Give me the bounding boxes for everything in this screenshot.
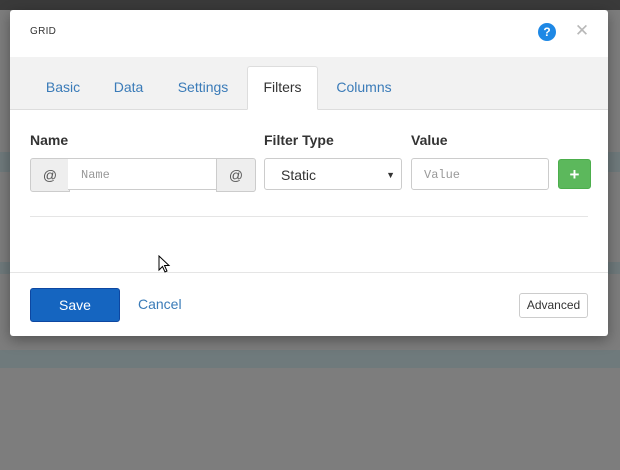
close-icon[interactable]: ✕ [574,21,590,41]
filter-type-label: Filter Type [264,132,334,148]
cancel-button[interactable]: Cancel [138,296,182,312]
plus-icon: + [569,165,580,184]
modal-title: GRID [30,26,57,37]
mouse-cursor-icon [158,255,171,273]
question-circle-icon[interactable]: ? [538,23,556,41]
tab-bar: Basic Data Settings Filters Columns [10,57,608,110]
value-input[interactable]: Value [411,158,549,190]
modal-header: GRID ? ✕ [10,10,608,56]
tab-columns[interactable]: Columns [328,67,400,108]
name-input[interactable]: Name [68,158,216,190]
name-suffix-addon: @ [216,158,256,192]
name-label: Name [30,132,69,148]
filter-type-select[interactable]: Static ▼ [264,158,402,190]
footer-divider [10,272,608,273]
filter-type-value: Static [281,167,317,183]
divider [30,216,588,217]
add-filter-button[interactable]: + [558,159,591,189]
tab-settings[interactable]: Settings [168,67,238,108]
tab-filters[interactable]: Filters [247,66,318,110]
tab-basic[interactable]: Basic [34,67,92,108]
name-prefix-addon: @ [30,158,70,192]
save-button[interactable]: Save [30,288,120,322]
tab-data[interactable]: Data [106,67,151,108]
grid-settings-modal: GRID ? ✕ Basic Data Settings Filters Col… [10,10,608,336]
value-label: Value [411,132,448,148]
advanced-button[interactable]: Advanced [519,293,588,318]
chevron-down-icon: ▼ [386,170,395,180]
backdrop-band [0,350,620,368]
backdrop-top-bar [0,0,620,10]
